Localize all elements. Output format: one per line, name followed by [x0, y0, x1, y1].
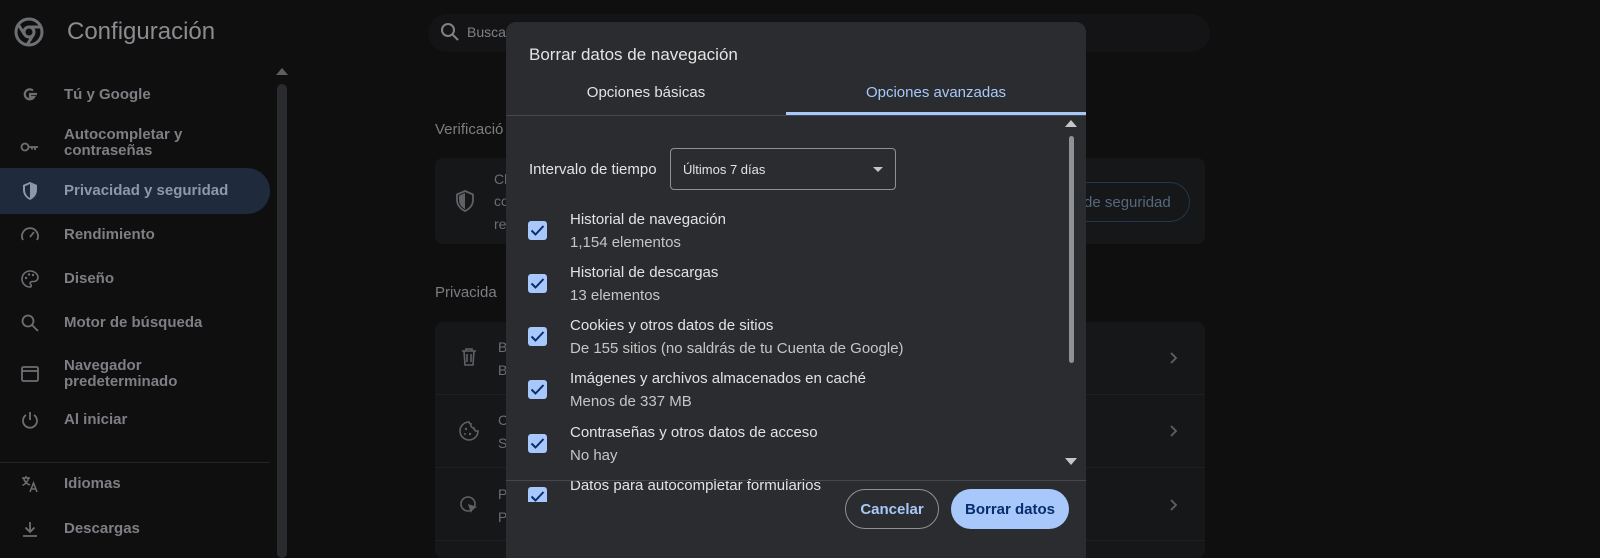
option-title: Historial de navegación — [570, 211, 726, 228]
checkbox-autofill-form-data[interactable] — [528, 487, 547, 502]
sidebar-item-appearance[interactable]: Diseño — [0, 256, 270, 302]
key-icon — [20, 142, 38, 152]
download-icon — [23, 522, 37, 537]
sidebar-item-label: Idiomas — [64, 475, 121, 492]
option-subtitle: Menos de 337 MB — [570, 393, 692, 410]
active-tab-indicator — [786, 112, 1086, 115]
sidebar-item-label: Descargas — [64, 520, 140, 537]
sidebar-item-languages[interactable]: Idiomas — [0, 461, 270, 507]
chevron-right-icon[interactable] — [1167, 351, 1181, 365]
app-title: Configuración — [67, 18, 216, 45]
dialog-scroll-area[interactable]: Intervalo de tiempo Últimos 7 días Histo… — [506, 116, 1086, 502]
tab-basic-options[interactable]: Opciones básicas — [506, 83, 786, 117]
screen: Configuración Buscar Tú y Google Autocom… — [0, 0, 1600, 558]
card-text-fragment: re — [494, 216, 507, 232]
clear-browsing-data-dialog: Borrar datos de navegación Opciones bási… — [506, 22, 1086, 558]
option-cookies[interactable]: Cookies y otros datos de sitios De 155 s… — [506, 317, 1066, 369]
option-subtitle: 1,154 elementos — [570, 234, 681, 251]
dialog-scroll-up-arrow[interactable] — [1065, 120, 1077, 127]
sidebar-item-performance[interactable]: Rendimiento — [0, 212, 270, 258]
dialog-footer-divider — [506, 480, 1086, 481]
browser-window-icon — [21, 366, 39, 382]
chevron-right-icon[interactable] — [1167, 498, 1181, 512]
sidebar-item-you-and-google[interactable]: Tú y Google — [0, 72, 270, 118]
sidebar-item-label: Diseño — [64, 270, 115, 287]
checkbox-download-history[interactable] — [528, 274, 547, 293]
chrome-logo-icon — [14, 17, 44, 47]
sidebar-item-privacy[interactable]: Privacidad y seguridad — [0, 168, 270, 214]
search-placeholder: Buscar — [467, 24, 511, 40]
search-icon[interactable] — [440, 22, 460, 42]
sidebar-item-default-browser[interactable]: Navegador predeterminado — [0, 352, 270, 398]
sidebar-item-label: Motor de búsqueda — [64, 314, 203, 331]
cursor-icon — [460, 496, 477, 513]
option-subtitle: De 155 sitios (no saldrás de tu Cuenta d… — [570, 340, 904, 357]
dialog-scroll-down-arrow[interactable] — [1065, 458, 1077, 465]
cookie-icon — [459, 421, 479, 441]
section-heading-privacy: Privacida — [435, 284, 497, 301]
dialog-scrollbar-thumb[interactable] — [1069, 136, 1074, 363]
shield-icon — [23, 182, 37, 200]
time-range-select[interactable]: Últimos 7 días — [670, 148, 896, 190]
trash-icon — [462, 348, 476, 366]
option-subtitle: 13 elementos — [570, 287, 661, 304]
palette-icon — [21, 270, 39, 288]
section-heading-safety-check: Verificació — [435, 121, 504, 138]
option-cached-images[interactable]: Imágenes y archivos almacenados en caché… — [506, 370, 1066, 422]
checkbox-passwords[interactable] — [528, 434, 547, 453]
sidebar-item-label: Autocompletar y contraseñas — [64, 126, 183, 159]
option-title: Historial de descargas — [570, 264, 719, 281]
clear-data-button[interactable]: Borrar datos — [951, 489, 1069, 529]
sidebar-scroll-up-arrow[interactable] — [276, 68, 288, 75]
check-icon — [530, 438, 545, 449]
option-passwords[interactable]: Contraseñas y otros datos de acceso No h… — [506, 424, 1066, 476]
check-icon — [530, 384, 545, 395]
safety-check-button-label: de seguridad — [1084, 194, 1171, 211]
sidebar-item-label: Tú y Google — [64, 86, 151, 103]
translate-icon — [22, 476, 38, 493]
check-icon — [530, 331, 545, 342]
search-icon — [21, 314, 39, 332]
checkbox-cookies[interactable] — [528, 327, 547, 346]
sidebar-item-downloads[interactable]: Descargas — [0, 506, 270, 552]
google-g-icon — [23, 88, 37, 101]
cancel-button[interactable]: Cancelar — [845, 489, 939, 529]
checkbox-browsing-history[interactable] — [528, 221, 547, 240]
sidebar-item-search-engine[interactable]: Motor de búsqueda — [0, 300, 270, 346]
chevron-right-icon[interactable] — [1167, 424, 1181, 438]
sidebar-item-autofill[interactable]: Autocompletar y contraseñas — [0, 123, 270, 169]
sidebar-item-label: Privacidad y seguridad — [64, 182, 229, 199]
sidebar-item-label: Al iniciar — [64, 411, 128, 428]
gauge-icon — [21, 227, 39, 241]
check-icon — [530, 278, 545, 289]
sidebar-item-on-startup[interactable]: Al iniciar — [0, 397, 270, 443]
check-icon — [530, 225, 545, 236]
check-icon — [530, 491, 545, 502]
option-title: Imágenes y archivos almacenados en caché — [570, 370, 867, 387]
power-icon — [22, 412, 38, 429]
time-range-label: Intervalo de tiempo — [529, 161, 657, 178]
sidebar-item-label: Rendimiento — [64, 226, 155, 243]
option-title: Contraseñas y otros datos de acceso — [570, 424, 818, 441]
sidebar-scrollbar[interactable] — [277, 84, 287, 558]
option-title: Cookies y otros datos de sitios — [570, 317, 774, 334]
shield-icon — [456, 190, 474, 212]
option-browsing-history[interactable]: Historial de navegación 1,154 elementos — [506, 211, 1066, 263]
option-subtitle: No hay — [570, 447, 618, 464]
option-download-history[interactable]: Historial de descargas 13 elementos — [506, 264, 1066, 316]
time-range-value: Últimos 7 días — [683, 162, 766, 177]
dialog-title: Borrar datos de navegación — [529, 45, 738, 64]
sidebar-item-label: Navegador predeterminado — [64, 357, 178, 390]
dropdown-caret-icon — [873, 167, 883, 172]
checkbox-cached-images[interactable] — [528, 380, 547, 399]
